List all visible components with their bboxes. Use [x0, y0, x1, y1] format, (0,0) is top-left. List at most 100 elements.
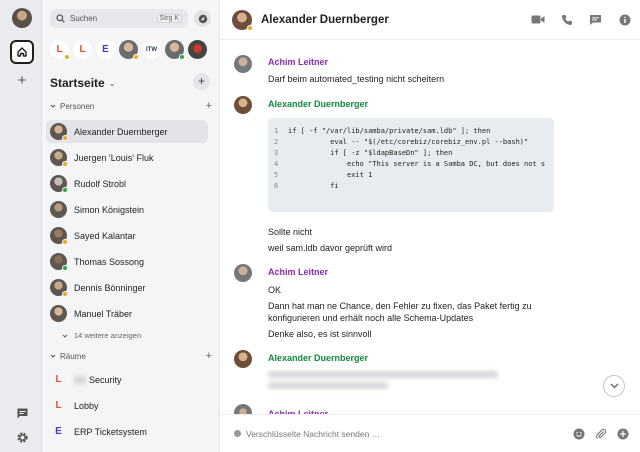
person-avatar: [50, 175, 68, 193]
person-row[interactable]: Alexander Duernberger: [46, 120, 208, 143]
line-number: 4: [274, 160, 279, 168]
code-line: 5 exit 1: [274, 170, 554, 181]
sender-name[interactable]: Alexander Duernberger: [268, 99, 368, 109]
threads-button[interactable]: [13, 404, 31, 422]
compass-icon: [198, 14, 207, 23]
room-name: Security: [89, 374, 122, 385]
sender-name[interactable]: Achim Leitner: [268, 57, 328, 67]
chevron-down-icon: [50, 354, 56, 358]
sender-avatar[interactable]: [234, 55, 252, 73]
room-info-button[interactable]: [617, 12, 632, 27]
create-space-button[interactable]: +: [14, 73, 30, 89]
status-dot: [179, 54, 185, 60]
code-line: 2 eval -- "$(/etc/corebiz/corebiz_env.pl…: [274, 137, 554, 148]
room-row[interactable]: L Lobby: [46, 394, 208, 417]
code-line: 6 fi: [274, 181, 554, 192]
code-text: exit 1: [288, 171, 373, 179]
status-dot: [62, 135, 68, 141]
space-title[interactable]: Startseite ⌄: [50, 76, 115, 90]
recent-rooms-bar: L L E ITW: [50, 40, 207, 60]
blurred-text: [74, 375, 86, 384]
recent-room-0[interactable]: L: [50, 40, 70, 60]
user-avatar[interactable]: [12, 8, 32, 28]
space-title-text: Startseite: [50, 76, 105, 90]
person-row[interactable]: Thomas Sossong: [46, 250, 208, 273]
room-view: Alexander Duernberger Achim Leitner Darf…: [220, 0, 640, 452]
line-number: 6: [274, 182, 279, 190]
blurred-message: [268, 371, 498, 378]
room-row[interactable]: L Security: [46, 368, 208, 391]
add-person-button[interactable]: +: [206, 100, 212, 112]
recent-dm-0[interactable]: [119, 40, 139, 60]
encryption-shield-icon: [234, 430, 241, 437]
person-avatar: [50, 123, 68, 141]
phone-icon: [561, 14, 572, 25]
room-letter: L: [79, 44, 86, 55]
add-room-button[interactable]: +: [193, 73, 210, 90]
home-icon: [17, 47, 27, 57]
smiley-icon: [573, 428, 584, 439]
info-icon: [619, 14, 630, 25]
person-row[interactable]: Manuel Träber: [46, 302, 208, 325]
more-options-button[interactable]: [615, 426, 630, 441]
message-input[interactable]: Verschlüsselte Nachricht senden …: [246, 429, 571, 439]
recent-room-1[interactable]: L: [73, 40, 92, 59]
person-avatar: [50, 279, 68, 297]
person-row[interactable]: Juergen 'Louis' Fluk: [46, 146, 208, 169]
settings-button[interactable]: [13, 428, 31, 446]
message-text: OK: [268, 285, 282, 295]
person-name: Simon Königstein: [74, 204, 145, 215]
recent-dm-1[interactable]: [165, 40, 185, 60]
recent-room-2[interactable]: E: [96, 40, 115, 59]
sender-avatar[interactable]: [234, 96, 252, 114]
explore-rooms-button[interactable]: [194, 10, 211, 27]
room-list-sidebar: Suchen Strg K L L E ITW Startseite ⌄ + P…: [42, 0, 220, 452]
people-section-header[interactable]: Personen +: [50, 100, 212, 112]
space-rail: +: [0, 0, 42, 452]
jump-to-bottom-button[interactable]: [603, 375, 625, 397]
search-icon: [56, 14, 65, 23]
room-letter: E: [55, 426, 62, 437]
search-bar[interactable]: Suchen Strg K: [50, 9, 188, 28]
home-button[interactable]: [10, 40, 34, 64]
attach-button[interactable]: [593, 426, 608, 441]
code-text: echo "This server is a Samba DC, but doe…: [288, 160, 546, 168]
person-name: Dennis Bönninger: [74, 282, 146, 293]
recent-room-itw[interactable]: ITW: [142, 40, 161, 59]
room-avatar[interactable]: [232, 9, 253, 31]
person-row[interactable]: Rudolf Strobl: [46, 172, 208, 195]
chevron-down-icon: [62, 334, 68, 338]
room-title[interactable]: Alexander Duernberger: [261, 14, 389, 26]
video-call-button[interactable]: [530, 12, 545, 27]
person-row[interactable]: Simon Königstein: [46, 198, 208, 221]
chevron-down-icon: [50, 104, 56, 108]
search-placeholder: Suchen: [70, 14, 98, 23]
show-more-people[interactable]: 14 weitere anzeigen: [62, 331, 141, 340]
sender-avatar[interactable]: [234, 404, 252, 414]
message-text: Denke also, es ist sinnvoll: [268, 329, 372, 339]
person-row[interactable]: Sayed Kalantar: [46, 224, 208, 247]
emoji-button[interactable]: [571, 426, 586, 441]
recent-dm-2[interactable]: [188, 40, 207, 59]
rooms-section-header[interactable]: Räume +: [50, 350, 212, 362]
message-text: konfigurieren und erhält noch alle Schem…: [268, 313, 474, 323]
code-line: 4 echo "This server is a Samba DC, but d…: [274, 159, 554, 170]
sender-name[interactable]: Alexander Duernberger: [268, 353, 368, 363]
code-text: if [ -z "$ldapBaseDn" ]; then: [288, 149, 453, 157]
sender-name[interactable]: Achim Leitner: [268, 267, 328, 277]
add-room-section-button[interactable]: +: [206, 350, 212, 362]
person-name: Thomas Sossong: [74, 256, 145, 267]
voice-call-button[interactable]: [559, 12, 574, 27]
person-row[interactable]: Dennis Bönninger: [46, 276, 208, 299]
status-dot: [62, 265, 68, 271]
code-line: 1 if [ -f "/var/lib/samba/private/sam.ldb…: [274, 126, 554, 137]
status-dot: [62, 187, 68, 193]
sender-avatar[interactable]: [234, 264, 252, 282]
sender-avatar[interactable]: [234, 350, 252, 368]
threads-button[interactable]: [588, 12, 603, 27]
message-text: Sollte nicht: [268, 227, 313, 237]
section-label: Personen: [60, 101, 95, 111]
person-name: Juergen 'Louis' Fluk: [74, 152, 154, 163]
room-row[interactable]: E ERP Ticketsystem: [46, 420, 208, 443]
person-avatar: [50, 305, 67, 322]
